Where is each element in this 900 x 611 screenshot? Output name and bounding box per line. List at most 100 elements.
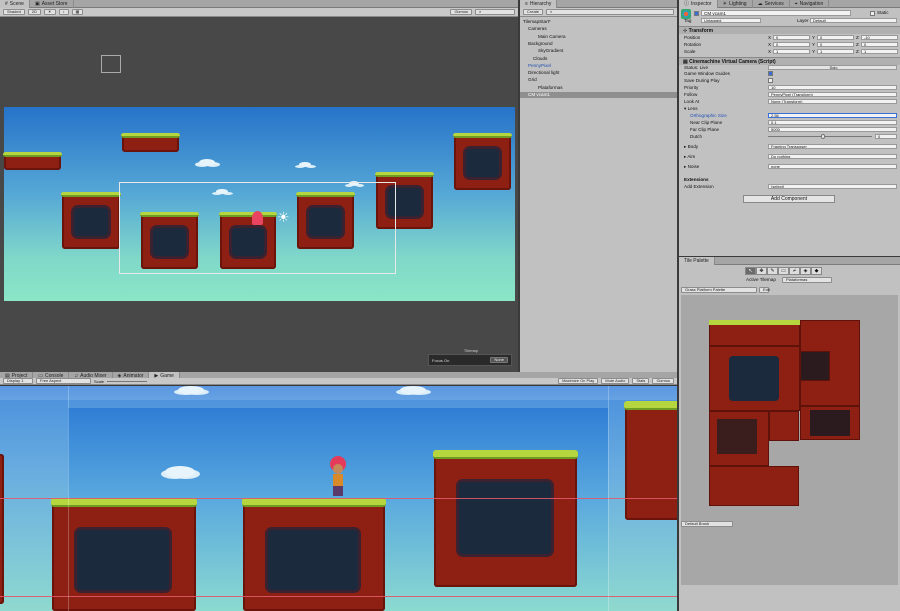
add-extension-dropdown[interactable]: (select) <box>768 184 897 189</box>
gizmos-dropdown[interactable]: Gizmos <box>450 9 472 15</box>
near-row: Near Clip Plane 0.1 <box>679 119 900 126</box>
grid-line <box>608 386 609 611</box>
y-input[interactable]: 0 <box>817 42 854 47</box>
x-input[interactable]: 0 <box>773 42 810 47</box>
hierarchy-item[interactable]: Main Camera <box>520 34 677 40</box>
tab-inspector[interactable]: ⓘ Inspector <box>679 0 718 8</box>
active-tilemap-dropdown[interactable]: Plataformas <box>782 277 832 283</box>
x-axis-label: X <box>768 42 772 47</box>
brush-tool-icon[interactable]: ✎ <box>767 267 778 275</box>
tile[interactable] <box>769 411 799 441</box>
eraser-tool-icon[interactable]: ◈ <box>800 267 811 275</box>
hierarchy-item[interactable]: PennyPixel <box>520 63 677 69</box>
z-input[interactable]: -10 <box>861 35 898 40</box>
player-character[interactable] <box>328 456 348 498</box>
z-input[interactable]: 1 <box>861 49 898 54</box>
tab-hierarchy[interactable]: ≡ Hierarchy <box>520 0 558 8</box>
tile[interactable] <box>709 466 799 506</box>
edit-palette-button[interactable]: Edit <box>759 287 770 293</box>
hierarchy-item[interactable]: SkyGradient <box>520 48 677 54</box>
scene-search-input[interactable]: ⌕ <box>475 9 515 15</box>
ortho-input[interactable]: 2.56 <box>768 113 897 118</box>
picker-tool-icon[interactable]: ⌿ <box>789 267 800 275</box>
tile[interactable] <box>800 406 860 440</box>
layer-dropdown[interactable]: Default <box>810 18 897 23</box>
near-input[interactable]: 0.1 <box>768 120 897 125</box>
lens-row[interactable]: ▾ Lens <box>679 105 900 112</box>
palette-dropdown[interactable]: Grass Platform Palette <box>681 287 757 293</box>
z-input[interactable]: 0 <box>861 42 898 47</box>
follow-field[interactable]: PennyPixel (Transform) <box>768 92 897 97</box>
y-input[interactable]: 1 <box>817 49 854 54</box>
mode-2d-toggle[interactable]: 2D <box>27 9 41 15</box>
tile[interactable] <box>709 346 800 411</box>
tab-lighting[interactable]: ☀ Lighting <box>718 0 753 8</box>
game-view[interactable] <box>0 386 677 611</box>
active-checkbox[interactable] <box>694 11 699 16</box>
priority-input[interactable]: 10 <box>768 85 897 90</box>
save-play-checkbox[interactable] <box>768 78 773 83</box>
lookat-field[interactable]: None (Transform) <box>768 99 897 104</box>
static-checkbox[interactable] <box>870 11 875 16</box>
hierarchy-item[interactable]: Clouds <box>520 56 677 62</box>
scene-view[interactable]: ☀ Tilemap Focus On None <box>0 17 518 372</box>
tile[interactable] <box>800 351 830 381</box>
x-input[interactable]: 0 <box>773 35 810 40</box>
hierarchy-item[interactable]: Directional light <box>520 70 677 76</box>
select-tool-icon[interactable]: ↖ <box>745 267 756 275</box>
noise-label: ▸ Noise <box>684 164 700 169</box>
maximize-toggle[interactable]: Maximize On Play <box>558 378 599 384</box>
noise-dropdown[interactable]: none <box>768 164 897 169</box>
aim-dropdown[interactable]: Do nothing <box>768 154 897 159</box>
display-dropdown[interactable]: Display 1 <box>3 378 33 384</box>
body-dropdown[interactable]: Framing Transposer <box>768 144 897 149</box>
stats-toggle[interactable]: Stats <box>632 378 650 384</box>
tab-tile-palette[interactable]: Tile Palette <box>679 257 715 265</box>
tile[interactable] <box>709 320 800 346</box>
object-name-input[interactable]: CM vcam1 <box>701 10 851 16</box>
shading-dropdown[interactable]: Shaded <box>3 9 25 15</box>
hierarchy-tabbar: ≡ Hierarchy <box>520 0 677 8</box>
tab-services[interactable]: ☁ Services <box>753 0 790 8</box>
hierarchy-item[interactable]: TilemapStart* <box>520 19 677 25</box>
guides-checkbox[interactable] <box>768 71 773 76</box>
fill-tool-icon[interactable]: ◆ <box>811 267 822 275</box>
hierarchy-item[interactable]: Plataformas <box>520 85 677 91</box>
hierarchy-item[interactable]: Grid <box>520 77 677 83</box>
palette-grid[interactable] <box>681 295 898 585</box>
light-toggle-icon[interactable]: ☀ <box>43 9 56 15</box>
far-input[interactable]: 5000 <box>768 127 897 132</box>
mute-toggle[interactable]: Mute Audio <box>601 378 630 384</box>
light-gizmo-icon[interactable]: ☀ <box>277 210 290 224</box>
x-input[interactable]: 1 <box>773 49 810 54</box>
tab-scene[interactable]: # Scene <box>0 0 30 8</box>
create-dropdown[interactable]: Create <box>523 9 544 15</box>
y-input[interactable]: 0 <box>817 35 854 40</box>
add-component-button[interactable]: Add Component <box>743 195 835 203</box>
game-gizmos-dropdown[interactable]: Gizmos <box>652 378 674 384</box>
dutch-slider-handle[interactable] <box>821 134 825 139</box>
dutch-slider[interactable] <box>768 136 872 137</box>
transform-header[interactable]: ⊹ Transform <box>679 26 900 34</box>
transform-row: Scale X 1 Y 1 Z 1 <box>679 48 900 55</box>
player-sprite[interactable] <box>252 211 263 225</box>
dutch-input[interactable]: 0 <box>875 134 897 139</box>
aspect-dropdown[interactable]: Free Aspect <box>36 378 91 384</box>
hierarchy-search-input[interactable]: ⌕ <box>546 9 674 15</box>
audio-toggle-icon[interactable]: ♪ <box>58 9 69 15</box>
box-fill-tool-icon[interactable]: ▭ <box>778 267 789 275</box>
hierarchy-item[interactable]: Cameras <box>520 26 677 32</box>
scale-slider[interactable] <box>107 380 148 382</box>
hierarchy-item[interactable]: Background <box>520 41 677 47</box>
move-tool-icon[interactable]: ✥ <box>756 267 767 275</box>
tile[interactable] <box>709 411 769 466</box>
cloud-icon: ☁ <box>757 1 763 7</box>
aim-label: ▸ Aim <box>684 154 696 159</box>
hierarchy-item[interactable]: CM vcam1 <box>520 92 677 98</box>
brush-dropdown[interactable]: Default Brush <box>681 521 733 527</box>
tab-asset-store[interactable]: ▣ Asset Store <box>30 0 74 8</box>
focus-on-dropdown[interactable]: None <box>490 357 508 363</box>
tag-dropdown[interactable]: Untagged <box>701 18 761 23</box>
tab-navigation[interactable]: ⌖ Navigation <box>790 0 830 8</box>
effects-toggle-icon[interactable]: ▦ <box>71 9 84 15</box>
